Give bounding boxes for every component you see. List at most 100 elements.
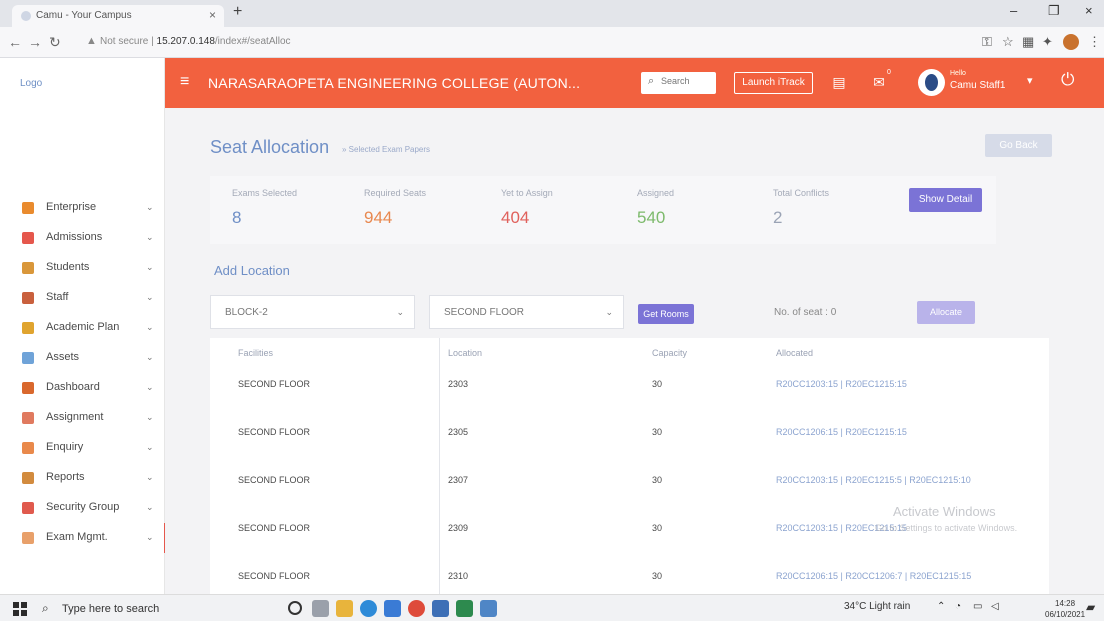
notification-icon[interactable]: ▰ bbox=[1086, 600, 1095, 614]
sidebar-item-assignment[interactable]: Assignment ⌄ bbox=[0, 403, 165, 433]
excel-icon[interactable] bbox=[456, 600, 473, 617]
table-row[interactable]: SECOND FLOOR 2303 30 R20CC1203:15 | R20E… bbox=[210, 365, 1049, 413]
chevron-down-icon: ⌄ bbox=[146, 502, 154, 512]
table-row[interactable]: SECOND FLOOR 2307 30 R20CC1203:15 | R20E… bbox=[210, 461, 1049, 509]
task-view-icon[interactable] bbox=[312, 600, 329, 617]
location-cell: 2303 bbox=[448, 379, 469, 389]
chevron-down-icon: ⌄ bbox=[146, 292, 154, 302]
sidebar-item-enquiry[interactable]: Enquiry ⌄ bbox=[0, 433, 165, 463]
sidebar-item-reports[interactable]: Reports ⌄ bbox=[0, 463, 165, 493]
battery-icon[interactable]: ▭ bbox=[973, 601, 982, 612]
go-back-button[interactable]: Go Back bbox=[985, 134, 1052, 157]
browser-addressbar: ← → ↻ ▲ Not secure | 15.207.0.148/index#… bbox=[0, 27, 1104, 58]
word-icon[interactable] bbox=[432, 600, 449, 617]
capacity-cell: 30 bbox=[652, 379, 663, 389]
stat-value: 2 bbox=[773, 208, 783, 227]
launch-itrack-button[interactable]: Launch iTrack bbox=[734, 72, 813, 94]
chevron-down-icon: ⌄ bbox=[396, 307, 404, 317]
header-location: Location bbox=[448, 348, 483, 358]
block-select[interactable]: BLOCK-2 ⌄ bbox=[210, 295, 415, 329]
sidebar-item-dashboard[interactable]: Dashboard ⌄ bbox=[0, 373, 165, 403]
get-rooms-button[interactable]: Get Rooms bbox=[638, 304, 694, 324]
clock[interactable]: 14:28 06/10/2021 bbox=[1045, 598, 1085, 620]
reload-icon[interactable]: ↻ bbox=[49, 34, 61, 51]
academic-plan-icon bbox=[22, 322, 34, 334]
grid-icon[interactable]: ▤ bbox=[829, 72, 849, 92]
puzzle-icon[interactable]: ✦ bbox=[1042, 34, 1053, 50]
network-icon[interactable]: ◔ bbox=[955, 601, 961, 612]
search-box[interactable]: ⌕ bbox=[641, 72, 716, 94]
warning-icon: ▲ bbox=[86, 35, 97, 47]
location-cell: 2305 bbox=[448, 427, 469, 437]
sidebar-item-academic-plan[interactable]: Academic Plan ⌄ bbox=[0, 313, 165, 343]
caret-down-icon[interactable]: ▾ bbox=[1027, 74, 1033, 87]
breadcrumb[interactable]: » Selected Exam Papers bbox=[342, 145, 430, 154]
sidebar-item-assets[interactable]: Assets ⌄ bbox=[0, 343, 165, 373]
time: 14:28 bbox=[1055, 599, 1076, 608]
menu-icon[interactable]: ≡ bbox=[180, 73, 189, 91]
tray-chevron-icon[interactable]: ⌃ bbox=[937, 601, 945, 612]
file-explorer-icon[interactable] bbox=[336, 600, 353, 617]
extension-icon[interactable]: ▦ bbox=[1022, 34, 1034, 50]
maximize-icon[interactable]: ❐ bbox=[1048, 3, 1060, 19]
user-name[interactable]: Camu Staff1 bbox=[950, 80, 1005, 91]
stat-label: Required Seats bbox=[364, 188, 427, 198]
chevron-down-icon: ⌄ bbox=[146, 202, 154, 212]
store-icon[interactable] bbox=[384, 600, 401, 617]
url-path: /index#/seatAlloc bbox=[214, 36, 291, 47]
sidebar-item-exam-mgmt[interactable]: Exam Mgmt. ⌄ bbox=[0, 523, 166, 553]
close-window-icon[interactable]: × bbox=[1085, 3, 1093, 18]
sidebar-item-students[interactable]: Students ⌄ bbox=[0, 253, 165, 283]
assets-icon bbox=[22, 352, 34, 364]
star-icon[interactable]: ☆ bbox=[1002, 34, 1014, 50]
mail-icon[interactable]: ✉ bbox=[869, 72, 889, 92]
table-row[interactable]: SECOND FLOOR 2305 30 R20CC1206:15 | R20E… bbox=[210, 413, 1049, 461]
forward-arrow-icon[interactable]: → bbox=[28, 34, 42, 50]
location-cell: 2309 bbox=[448, 523, 469, 533]
add-location-heading: Add Location bbox=[214, 263, 290, 278]
sidebar-item-label: Assignment bbox=[46, 411, 104, 423]
sidebar-item-staff[interactable]: Staff ⌄ bbox=[0, 283, 165, 313]
activate-windows-subtitle: Go to Settings to activate Windows. bbox=[875, 523, 1018, 533]
security-group-icon bbox=[22, 502, 34, 514]
allocated-cell[interactable]: R20CC1206:15 | R20CC1206:7 | R20EC1215:1… bbox=[776, 571, 971, 581]
browser-profile-icon[interactable] bbox=[1063, 34, 1079, 50]
photos-icon[interactable] bbox=[480, 600, 497, 617]
browser-tab[interactable]: Camu - Your Campus × bbox=[12, 5, 224, 27]
allocate-button[interactable]: Allocate bbox=[917, 301, 975, 324]
taskbar-search[interactable]: ⌕ Type here to search bbox=[36, 598, 236, 619]
allocated-cell[interactable]: R20CC1206:15 | R20EC1215:15 bbox=[776, 427, 907, 437]
windows-start-icon[interactable] bbox=[13, 602, 27, 616]
stat-value: 8 bbox=[232, 208, 242, 227]
enquiry-icon bbox=[22, 442, 34, 454]
allocated-cell[interactable]: R20CC1203:15 | R20EC1215:5 | R20EC1215:1… bbox=[776, 475, 971, 485]
sidebar-item-enterprise[interactable]: Enterprise ⌄ bbox=[0, 193, 165, 223]
search-input[interactable] bbox=[661, 76, 711, 86]
allocated-cell[interactable]: R20CC1203:15 | R20EC1215:15 bbox=[776, 379, 907, 389]
url-field[interactable]: Not secure | 15.207.0.148/index#/seatAll… bbox=[100, 36, 291, 47]
sidebar-item-admissions[interactable]: Admissions ⌄ bbox=[0, 223, 165, 253]
tab-close-icon[interactable]: × bbox=[209, 8, 216, 22]
minimize-icon[interactable]: – bbox=[1010, 3, 1017, 18]
capacity-cell: 30 bbox=[652, 427, 663, 437]
avatar[interactable] bbox=[918, 69, 945, 96]
assignment-icon bbox=[22, 412, 34, 424]
new-tab-button[interactable]: + bbox=[233, 3, 242, 21]
power-icon[interactable]: ⏻ bbox=[1061, 70, 1074, 90]
show-detail-button[interactable]: Show Detail bbox=[909, 188, 982, 212]
chevron-down-icon: ⌄ bbox=[146, 412, 154, 422]
weather[interactable]: 34°C Light rain bbox=[844, 601, 910, 612]
sidebar-item-security-group[interactable]: Security Group ⌄ bbox=[0, 493, 165, 523]
chevron-down-icon: ⌄ bbox=[146, 262, 154, 272]
table-row[interactable]: SECOND FLOOR 2310 30 R20CC1206:15 | R20C… bbox=[210, 557, 1049, 594]
main-content: Seat Allocation » Selected Exam Papers G… bbox=[165, 108, 1104, 594]
cortana-icon[interactable] bbox=[288, 601, 302, 615]
taskbar: ⌕ Type here to search 34°C Light rain ⌃ … bbox=[0, 594, 1104, 621]
more-icon[interactable]: ⋮ bbox=[1088, 34, 1101, 50]
floor-select[interactable]: SECOND FLOOR ⌄ bbox=[429, 295, 624, 329]
edge-icon[interactable] bbox=[360, 600, 377, 617]
key-icon[interactable]: ⚿ bbox=[982, 34, 992, 50]
back-arrow-icon[interactable]: ← bbox=[8, 34, 22, 50]
chrome-icon[interactable] bbox=[408, 600, 425, 617]
volume-icon[interactable]: ◁ bbox=[991, 601, 999, 612]
